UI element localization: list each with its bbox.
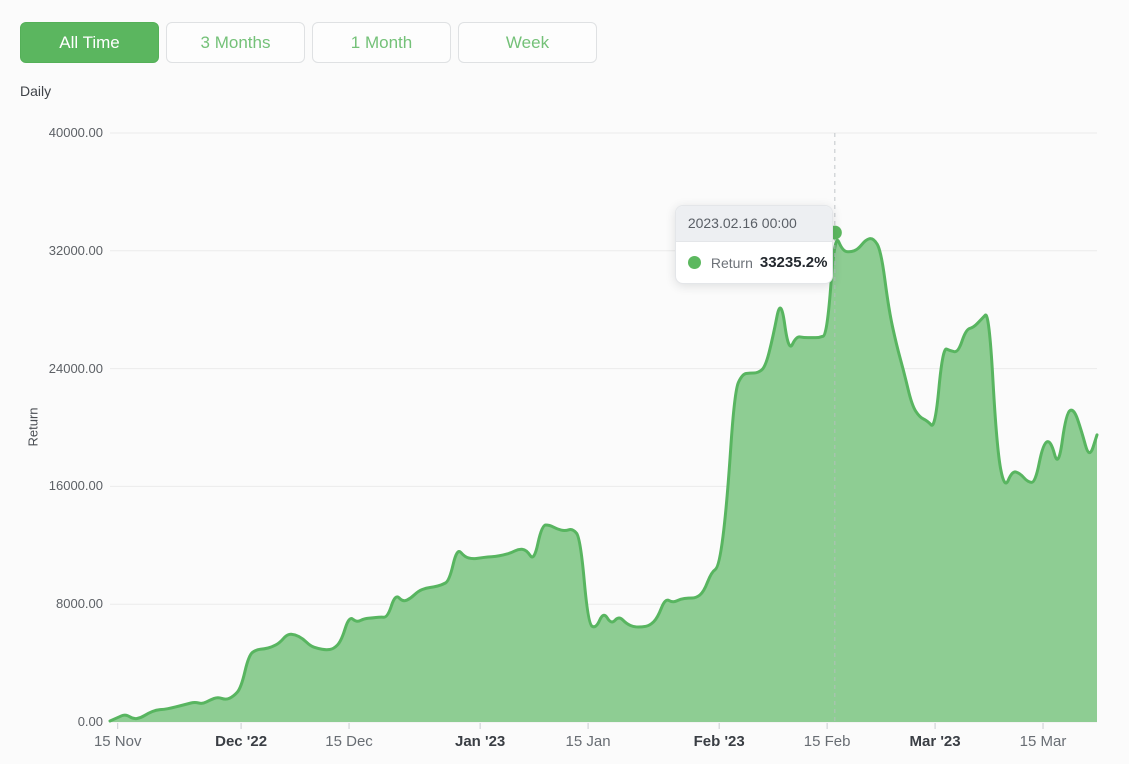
- returns-area-chart[interactable]: [0, 0, 1129, 764]
- x-axis-tick-label: Feb '23: [677, 733, 761, 750]
- x-axis-tick-label: 15 Nov: [76, 733, 160, 750]
- returns-chart-panel: All Time 3 Months 1 Month Week Daily Ret…: [0, 0, 1129, 764]
- tooltip-value: 33235.2%: [760, 254, 828, 271]
- chart-tooltip: 2023.02.16 00:00 Return 33235.2%: [675, 205, 833, 284]
- x-axis-tick-label: 15 Jan: [546, 733, 630, 750]
- y-axis-tick-label: 16000.00: [0, 478, 103, 494]
- x-axis-tick-label: Jan '23: [438, 733, 522, 750]
- x-axis-tick-label: 15 Dec: [307, 733, 391, 750]
- tooltip-date: 2023.02.16 00:00: [676, 206, 832, 242]
- x-axis-tick-label: Dec '22: [199, 733, 283, 750]
- x-axis-tick-label: 15 Mar: [1001, 733, 1085, 750]
- x-axis-tick-label: 15 Feb: [785, 733, 869, 750]
- y-axis-tick-label: 32000.00: [0, 243, 103, 259]
- x-axis-tick-label: Mar '23: [893, 733, 977, 750]
- tooltip-series-label: Return: [711, 255, 753, 271]
- y-axis-tick-label: 8000.00: [0, 596, 103, 612]
- y-axis-tick-label: 40000.00: [0, 125, 103, 141]
- series-marker-icon: [688, 256, 701, 269]
- y-axis-tick-label: 0.00: [0, 714, 103, 730]
- tooltip-body: Return 33235.2%: [676, 242, 832, 283]
- y-axis-tick-label: 24000.00: [0, 361, 103, 377]
